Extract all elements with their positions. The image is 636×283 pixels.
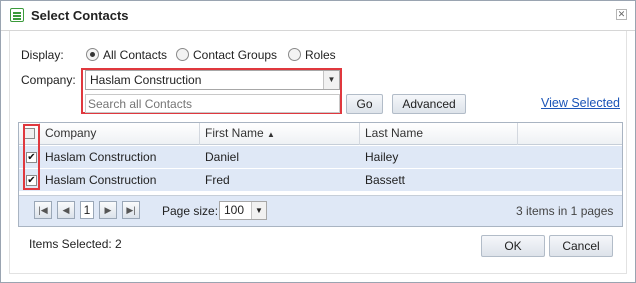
go-button[interactable]: Go [346, 94, 383, 114]
radio-all-contacts-label[interactable]: All Contacts [103, 48, 167, 62]
sort-asc-icon: ▲ [267, 130, 275, 139]
table-row[interactable]: ✔ Haslam Construction Daniel Hailey [19, 146, 622, 169]
column-company[interactable]: Company [40, 123, 200, 145]
grid-pager: |◀ ◀ 1 ▶ ▶| Page size: 100 ▼ 3 items in … [19, 195, 622, 226]
first-page-icon[interactable]: |◀ [34, 201, 52, 219]
dialog-title: Select Contacts [31, 8, 129, 23]
display-label: Display: [21, 48, 64, 62]
table-row[interactable]: ✔ Haslam Construction Fred Bassett [19, 169, 622, 192]
radio-all-contacts[interactable] [86, 48, 99, 61]
column-first-name[interactable]: First Name ▲ [200, 123, 360, 145]
view-selected-link[interactable]: View Selected [541, 96, 620, 110]
chevron-down-icon[interactable]: ▼ [251, 202, 266, 219]
close-icon[interactable]: ✕ [616, 9, 627, 20]
radio-roles-label[interactable]: Roles [305, 48, 336, 62]
cell-first-name: Fred [205, 173, 230, 187]
page-size-label: Page size: [162, 204, 219, 218]
title-bar: Select Contacts ✕ [1, 1, 635, 31]
items-selected-text: Items Selected: 2 [29, 237, 122, 251]
company-label: Company: [21, 73, 76, 87]
cell-company: Haslam Construction [45, 150, 157, 164]
contacts-list-icon [10, 8, 24, 22]
column-first-name-label: First Name [205, 126, 264, 140]
last-page-icon[interactable]: ▶| [122, 201, 140, 219]
prev-page-icon[interactable]: ◀ [57, 201, 75, 219]
checkbox-column-highlight [23, 124, 40, 190]
radio-contact-groups[interactable] [176, 48, 189, 61]
company-select-value: Haslam Construction [90, 73, 202, 87]
radio-contact-groups-label[interactable]: Contact Groups [193, 48, 277, 62]
next-page-icon[interactable]: ▶ [99, 201, 117, 219]
column-filler [518, 123, 622, 145]
page-size-select[interactable]: 100 ▼ [219, 201, 267, 220]
search-input[interactable] [85, 94, 340, 113]
page-size-value: 100 [224, 203, 245, 217]
column-last-name[interactable]: Last Name [360, 123, 518, 145]
chevron-down-icon[interactable]: ▼ [323, 71, 339, 89]
advanced-button[interactable]: Advanced [392, 94, 466, 114]
select-contacts-dialog: Select Contacts ✕ Display: All Contacts … [0, 0, 636, 283]
cell-last-name: Bassett [365, 173, 406, 187]
grid-header: Company First Name ▲ Last Name [19, 123, 622, 145]
ok-button[interactable]: OK [481, 235, 545, 257]
company-select[interactable]: Haslam Construction ▼ [85, 70, 340, 90]
cell-first-name: Daniel [205, 150, 240, 164]
cell-last-name: Hailey [365, 150, 399, 164]
pager-summary: 3 items in 1 pages [516, 204, 614, 218]
radio-roles[interactable] [288, 48, 301, 61]
page-number[interactable]: 1 [80, 201, 94, 219]
cancel-button[interactable]: Cancel [549, 235, 613, 257]
contacts-grid: Company First Name ▲ Last Name ✔ Haslam … [18, 122, 623, 227]
cell-company: Haslam Construction [45, 173, 157, 187]
